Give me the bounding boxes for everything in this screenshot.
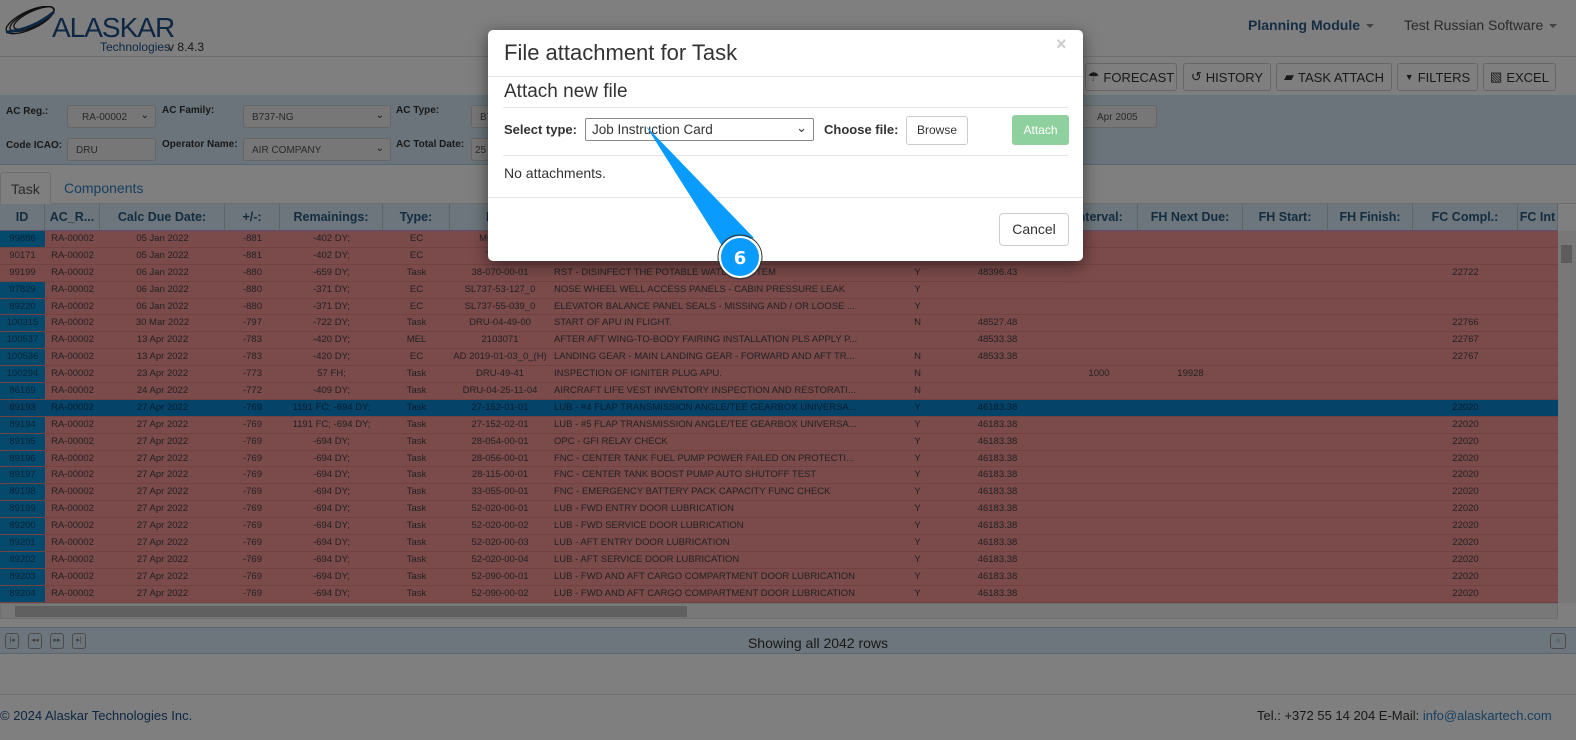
file-attachment-modal: File attachment for Task × Attach new fi… (488, 30, 1083, 261)
divider (488, 197, 1083, 198)
browse-button[interactable]: Browse (906, 116, 968, 145)
chevron-down-icon: ⌄ (796, 120, 807, 135)
attachment-type-value: Job Instruction Card (592, 122, 713, 137)
modal-title: File attachment for Task (504, 40, 738, 65)
cancel-button[interactable]: Cancel (999, 213, 1069, 246)
divider (488, 76, 1083, 77)
section-title: Attach new file (504, 81, 628, 102)
divider (503, 155, 1068, 156)
choose-file-label: Choose file: (824, 122, 899, 137)
attach-button[interactable]: Attach (1012, 115, 1069, 145)
no-attachments-message: No attachments. (504, 165, 606, 181)
divider (503, 107, 1068, 108)
close-icon[interactable]: × (1056, 34, 1067, 55)
attachment-type-select[interactable]: Job Instruction Card ⌄ (585, 118, 814, 141)
select-type-label: Select type: (504, 122, 577, 137)
